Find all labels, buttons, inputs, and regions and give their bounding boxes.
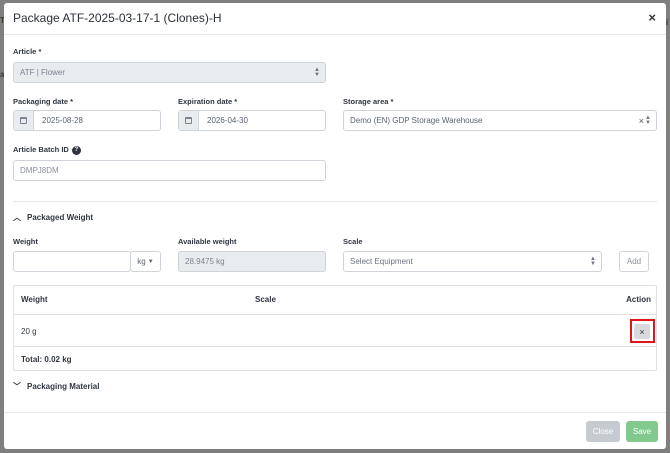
close-button[interactable]: Close [586,421,620,442]
row-weight: 20 g [21,327,37,336]
total-weight: Total: 0.02 kg [21,355,72,364]
highlight-box [630,319,655,343]
modal-title: Package ATF-2025-03-17-1 (Clones)-H [13,11,222,25]
expiration-date-label: Expiration date * [178,97,238,106]
caret-down-icon: ▼ [147,258,154,265]
table-header-scale: Scale [255,295,276,304]
packaging-date-input[interactable]: 2025-08-28 [13,110,161,131]
packaging-date-label: Packaging date * [13,97,74,106]
chevron-down-icon: ﹀ [13,382,21,391]
table-header-action: Action [626,295,651,304]
weights-table: Weight Scale Action 20 g × Total: 0.02 k… [13,285,657,371]
calendar-icon[interactable] [14,111,34,130]
packaged-weight-title: Packaged Weight [27,213,94,222]
article-select[interactable]: ATF | Flower ▲ ▼ [13,62,326,83]
available-weight-label: Available weight [178,237,237,246]
footer-divider [4,412,666,413]
package-modal: Package ATF-2025-03-17-1 (Clones)-H × Ar… [4,3,666,449]
calendar-icon[interactable] [179,111,199,130]
table-header-weight: Weight [21,295,48,304]
help-icon[interactable]: ? [71,145,81,155]
storage-area-select[interactable]: Demo (EN) GDP Storage Warehouse × ▲ ▼ [343,110,657,131]
close-icon[interactable]: × [648,11,656,24]
packaging-material-title: Packaging Material [27,382,100,391]
save-button[interactable]: Save [626,421,658,442]
chevron-up-icon: ︿ [13,213,21,222]
batch-id-input[interactable]: DMPJ8DM [13,160,326,181]
weight-label: Weight [13,237,38,246]
weight-input[interactable] [13,251,131,272]
unit-select[interactable]: kg ▼ [130,251,161,272]
packaging-date-value: 2025-08-28 [42,116,83,125]
scale-select[interactable]: Select Equipment ▲ ▼ [343,251,602,272]
article-label: Article * [13,47,42,56]
article-value: ATF | Flower [20,68,66,77]
batch-id-placeholder: DMPJ8DM [20,166,59,175]
expiration-date-input[interactable]: 2026-04-30 [178,110,326,131]
modal-header: Package ATF-2025-03-17-1 (Clones)-H × [4,3,666,35]
storage-area-label: Storage area * [343,97,394,106]
select-caret-icon: ▲ ▼ [314,67,320,78]
scale-placeholder: Select Equipment [350,257,413,266]
packaged-weight-toggle[interactable]: ︿ Packaged Weight [13,212,93,223]
backdrop-text-fragment: i [666,18,669,27]
table-total-row: Total: 0.02 kg [14,346,656,371]
unit-value: kg [137,257,146,266]
storage-area-value: Demo (EN) GDP Storage Warehouse [350,116,483,125]
available-weight-value: 28.9475 kg [185,257,225,266]
packaging-material-toggle[interactable]: ﹀ Packaging Material [13,381,99,392]
scale-label: Scale [343,237,363,246]
expiration-date-value: 2026-04-30 [207,116,248,125]
section-divider [13,201,657,202]
batch-id-label: Article Batch ID? [13,145,81,155]
select-caret-icon: ▲ ▼ [590,256,596,267]
select-caret-icon: ▲ ▼ [645,115,651,126]
table-row: 20 g × [14,314,656,346]
available-weight-field: 28.9475 kg [178,251,326,272]
clear-icon[interactable]: × [639,116,644,126]
add-button[interactable]: Add [619,251,649,272]
